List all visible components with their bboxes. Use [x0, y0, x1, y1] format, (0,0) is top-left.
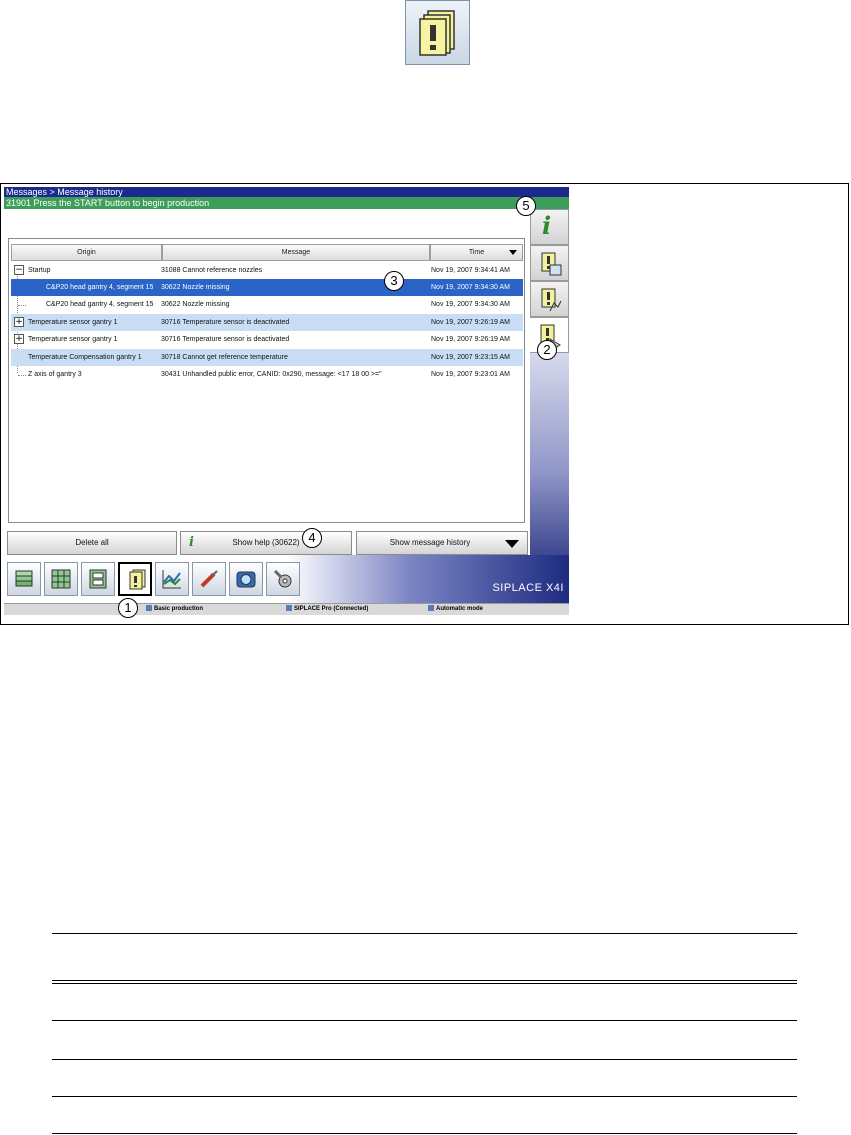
footer-connection: SIPLACE Pro (Connected)	[286, 604, 368, 614]
callout-4: 4	[302, 528, 322, 548]
info-icon: i	[189, 535, 194, 550]
show-message-history-button[interactable]: Show message history	[356, 531, 528, 555]
info-button[interactable]: i	[530, 209, 569, 245]
message-table: Origin Message Time − Startup 31088 Cann…	[8, 238, 525, 523]
cell-time: Nov 19, 2007 9:34:30 AM	[431, 301, 510, 308]
table-row[interactable]: Z axis of gantry 3 30431 Unhandled publi…	[11, 366, 523, 383]
cell-message: 30622 Nozzle missing	[161, 301, 230, 308]
table-row-selected[interactable]: C&P20 head gantry 4, segment 15 30622 No…	[11, 279, 523, 296]
messages-icon	[129, 569, 146, 590]
table-rule	[52, 1096, 797, 1097]
table-header: Origin Message Time	[11, 244, 523, 261]
toolbar-button-messages[interactable]	[118, 562, 152, 596]
footer-mode: Basic production	[146, 604, 203, 614]
dropdown-arrow-icon	[505, 540, 519, 548]
cell-time: Nov 19, 2007 9:26:19 AM	[431, 336, 510, 343]
action-bar: Delete all i Show help (30622) Show mess…	[4, 523, 530, 555]
callout-5: 5	[516, 196, 536, 216]
toolbar-button-machine[interactable]	[81, 562, 115, 596]
cell-time: Nov 19, 2007 9:26:19 AM	[431, 319, 510, 326]
callout-1: 1	[118, 598, 138, 618]
tools-icon	[200, 570, 218, 588]
cell-time: Nov 19, 2007 9:34:41 AM	[431, 267, 510, 274]
table-rule	[52, 1133, 797, 1134]
connection-icon	[286, 605, 292, 612]
cell-message: 30431 Unhandled public error, CANID: 0x2…	[161, 371, 382, 378]
footer-status-bar: Basic production SIPLACE Pro (Connected)…	[4, 603, 569, 615]
brand-label: SIPLACE X4I	[492, 582, 564, 594]
column-header-time[interactable]: Time	[430, 244, 523, 261]
delete-all-button[interactable]: Delete all	[7, 531, 177, 555]
column-header-origin[interactable]: Origin	[11, 244, 162, 261]
siplace-screen: Messages > Message history 31901 Press t…	[4, 187, 569, 620]
footer-operation-label: Automatic mode	[436, 606, 484, 612]
cell-time: Nov 19, 2007 9:34:30 AM	[431, 284, 510, 291]
toolbar-button-statistics[interactable]	[155, 562, 189, 596]
info-icon: i	[542, 211, 552, 240]
show-help-button[interactable]: i Show help (30622)	[180, 531, 352, 555]
table-row[interactable]: C&P20 head gantry 4, segment 15 30622 No…	[11, 296, 523, 313]
cell-origin: C&P20 head gantry 4, segment 15	[46, 284, 154, 291]
message-display-icon	[541, 252, 562, 276]
automatic-mode-icon	[428, 605, 434, 612]
right-panel: i	[530, 209, 569, 587]
callout-3: 3	[384, 271, 404, 291]
collapse-icon[interactable]: −	[14, 265, 24, 275]
table-row[interactable]: + Temperature sensor gantry 1 30716 Temp…	[11, 314, 523, 331]
cell-origin: Temperature sensor gantry 1	[28, 319, 118, 326]
message-display-button[interactable]	[530, 245, 569, 281]
toolbar-button-tools[interactable]	[192, 562, 226, 596]
cell-time: Nov 19, 2007 9:23:15 AM	[431, 354, 510, 361]
show-history-label: Show message history	[389, 538, 471, 547]
table-row[interactable]: Temperature Compensation gantry 1 30718 …	[11, 349, 523, 366]
expand-icon[interactable]: +	[14, 317, 24, 327]
table-row[interactable]: − Startup 31088 Cannot reference nozzles…	[11, 262, 523, 279]
machine-icon	[89, 569, 107, 589]
message-history-large-icon	[405, 0, 470, 65]
cell-origin: Startup	[28, 267, 51, 274]
expand-icon[interactable]: +	[14, 334, 24, 344]
component-stack-icon	[15, 570, 33, 587]
cell-message: 30718 Cannot get reference temperature	[161, 354, 288, 361]
cell-origin: Z axis of gantry 3	[28, 371, 82, 378]
table-rule	[52, 933, 797, 934]
toolbar-button-grid[interactable]	[44, 562, 78, 596]
column-header-time-label: Time	[468, 249, 485, 256]
toolbar-button-components[interactable]	[7, 562, 41, 596]
cell-origin: Temperature sensor gantry 1	[28, 336, 118, 343]
toolbar-button-camera[interactable]	[229, 562, 263, 596]
cell-origin: Temperature Compensation gantry 1	[28, 354, 142, 361]
cell-origin: C&P20 head gantry 4, segment 15	[46, 301, 154, 308]
main-toolbar: SIPLACE X4I	[4, 555, 569, 603]
footer-mode-label: Basic production	[154, 606, 204, 612]
statistics-icon	[162, 570, 181, 589]
message-list-icon	[541, 288, 562, 312]
camera-icon	[236, 571, 256, 588]
table-rule	[52, 1020, 797, 1021]
component-grid-icon	[51, 569, 71, 589]
breadcrumb: Messages > Message history	[4, 187, 569, 197]
production-icon	[146, 605, 152, 612]
show-help-label: Show help (30622)	[232, 538, 300, 547]
cell-time: Nov 19, 2007 9:23:01 AM	[431, 371, 510, 378]
sort-descending-icon	[509, 250, 517, 255]
footer-connection-label: SIPLACE Pro (Connected)	[294, 606, 369, 612]
cell-message: 30716 Temperature sensor is deactivated	[161, 319, 290, 326]
table-rule	[52, 983, 797, 984]
column-header-message[interactable]: Message	[162, 244, 430, 261]
toolbar-button-settings[interactable]	[266, 562, 300, 596]
cell-message: 30716 Temperature sensor is deactivated	[161, 336, 290, 343]
status-message: 31901 Press the START button to begin pr…	[4, 197, 569, 209]
settings-icon	[273, 569, 292, 588]
table-row[interactable]: + Temperature sensor gantry 1 30716 Temp…	[11, 331, 523, 348]
delete-all-label: Delete all	[75, 538, 109, 547]
table-rule	[52, 980, 797, 981]
message-list-button[interactable]	[530, 281, 569, 317]
table-rule	[52, 1059, 797, 1060]
footer-operation: Automatic mode	[428, 604, 483, 614]
callout-2: 2	[537, 340, 557, 360]
